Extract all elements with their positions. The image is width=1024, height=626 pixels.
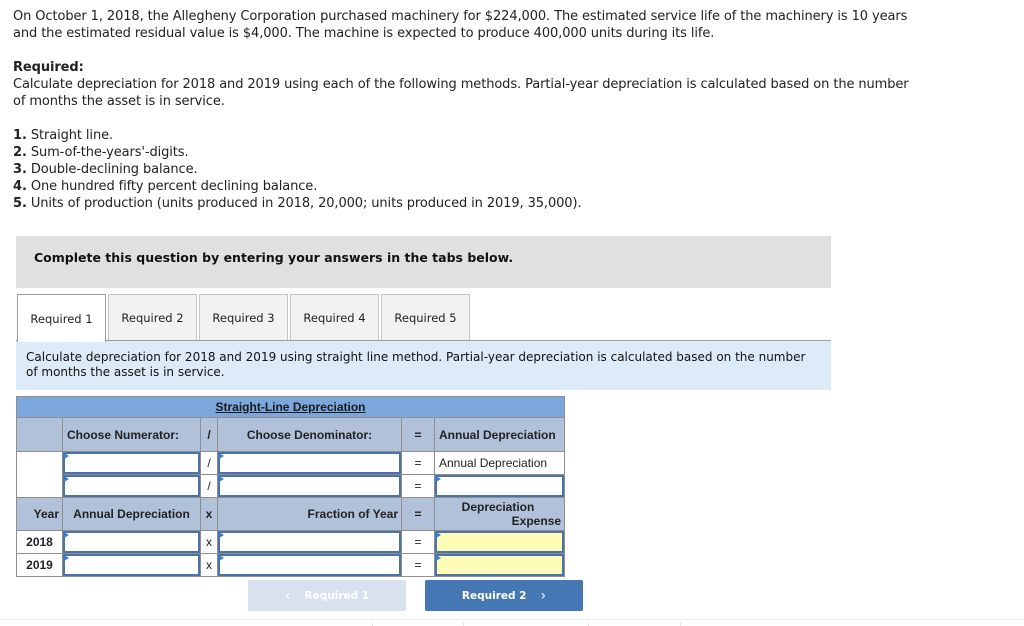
- result-cell: [434, 474, 565, 498]
- tab-required-3[interactable]: Required 3: [199, 294, 288, 341]
- annual-input-2019[interactable]: [65, 556, 198, 574]
- equals-sign: =: [401, 530, 435, 554]
- header-numerator: Choose Numerator:: [62, 417, 201, 452]
- divide-sign: /: [200, 451, 218, 475]
- numerator-input-2[interactable]: [65, 477, 198, 495]
- expense-cell: [434, 553, 565, 577]
- expense-input-2018[interactable]: [437, 533, 562, 551]
- footer-divider-tick: [372, 622, 373, 626]
- tab-required-5[interactable]: Required 5: [381, 294, 470, 341]
- next-required-button[interactable]: Required 2 ›: [425, 580, 583, 611]
- method-item: 2. Sum-of-the-years'-digits.: [13, 145, 189, 160]
- times-sign: x: [200, 530, 218, 554]
- header-equals: =: [401, 417, 435, 452]
- required-label: Required:: [13, 60, 84, 75]
- equals-sign: =: [401, 451, 435, 475]
- footer-divider: [0, 619, 1024, 620]
- tab-required-4[interactable]: Required 4: [290, 294, 379, 341]
- annual-cell: [62, 553, 201, 577]
- header-blank: [16, 417, 63, 452]
- fraction-cell: [217, 530, 402, 554]
- method-item: 1. Straight line.: [13, 128, 114, 143]
- chevron-right-icon: ›: [540, 587, 547, 604]
- header-expense: Depreciation Expense: [434, 497, 565, 531]
- footer-divider-tick: [463, 622, 464, 626]
- annual-input-2018[interactable]: [65, 533, 198, 551]
- table-row: 2019 x =: [16, 553, 565, 577]
- year-cell: 2018: [16, 530, 63, 554]
- header-annual-depreciation: Annual Depreciation: [434, 417, 565, 452]
- fraction-input-2019[interactable]: [220, 556, 399, 574]
- required-text: Calculate depreciation for 2018 and 2019…: [13, 77, 909, 109]
- footer-divider-tick: [588, 622, 589, 626]
- numerator-cell-2: [62, 474, 201, 498]
- table-title: Straight-Line Depreciation: [16, 396, 565, 418]
- header-equals-2: =: [401, 497, 435, 531]
- denominator-input-1[interactable]: [220, 454, 399, 472]
- denominator-cell-1: [217, 451, 402, 475]
- row-label-blank: [16, 451, 63, 498]
- header-denominator: Choose Denominator:: [217, 417, 402, 452]
- expense-input-2019[interactable]: [437, 556, 562, 574]
- footer-divider-tick: [680, 622, 681, 626]
- tab-required-1[interactable]: Required 1: [17, 294, 106, 342]
- next-button-label: Required 2: [461, 589, 527, 602]
- header-annual: Annual Depreciation: [62, 497, 201, 531]
- divide-sign: /: [200, 474, 218, 498]
- chevron-left-icon: ‹: [284, 587, 291, 604]
- header-fraction: Fraction of Year: [217, 497, 402, 531]
- times-sign: x: [200, 553, 218, 577]
- equals-sign: =: [401, 553, 435, 577]
- denominator-cell-2: [217, 474, 402, 498]
- straight-line-table: Straight-Line Depreciation Choose Numera…: [16, 396, 565, 577]
- denominator-input-2[interactable]: [220, 477, 399, 495]
- method-item: 4. One hundred fifty percent declining b…: [13, 179, 318, 194]
- header-times: x: [200, 497, 218, 531]
- problem-statement: On October 1, 2018, the Allegheny Corpor…: [13, 8, 913, 212]
- numerator-input-1[interactable]: [65, 454, 198, 472]
- numerator-cell-1: [62, 451, 201, 475]
- annual-depreciation-input[interactable]: [437, 477, 562, 495]
- equals-sign: =: [401, 474, 435, 498]
- fraction-cell: [217, 553, 402, 577]
- instructions-banner: Complete this question by entering your …: [16, 236, 831, 288]
- table-row: / =: [17, 474, 565, 498]
- method-item: 5. Units of production (units produced i…: [13, 196, 582, 211]
- header-year: Year: [16, 497, 63, 531]
- table-row: 2018 x =: [16, 530, 565, 554]
- prev-button-label: Required 1: [304, 589, 370, 602]
- table-row: / = Annual Depreciation: [16, 451, 565, 498]
- expense-cell: [434, 530, 565, 554]
- header-expense-line1: Depreciation: [461, 500, 535, 514]
- tab-bar: Required 1 Required 2 Required 3 Require…: [17, 294, 472, 342]
- tab-instruction: Calculate depreciation for 2018 and 2019…: [16, 341, 831, 390]
- method-item: 3. Double-declining balance.: [13, 162, 198, 177]
- header-expense-line2: Expense: [511, 514, 561, 528]
- annual-cell: [62, 530, 201, 554]
- year-cell: 2019: [16, 553, 63, 577]
- fraction-input-2018[interactable]: [220, 533, 399, 551]
- header-divide: /: [200, 417, 218, 452]
- tab-required-2[interactable]: Required 2: [108, 294, 197, 341]
- problem-intro: On October 1, 2018, the Allegheny Corpor…: [13, 9, 908, 41]
- prev-required-button[interactable]: ‹ Required 1: [248, 580, 406, 611]
- result-label: Annual Depreciation: [434, 451, 565, 475]
